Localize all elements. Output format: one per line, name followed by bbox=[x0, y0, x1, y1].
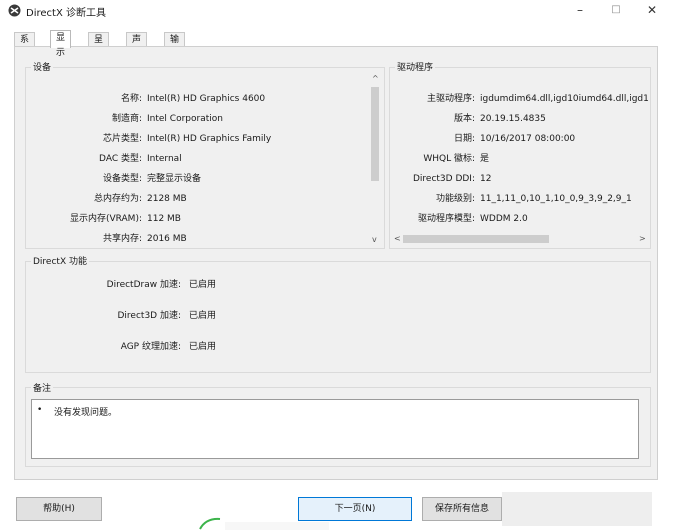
notes-bullet: • bbox=[37, 405, 43, 415]
device-row-chip-type: 芯片类型: Intel(R) HD Graphics Family bbox=[102, 134, 272, 144]
taskbar-fragment bbox=[225, 522, 329, 530]
notes-text: 没有发现问题。 bbox=[54, 408, 118, 418]
save-all-info-button[interactable]: 保存所有信息 bbox=[422, 497, 502, 521]
minimize-button[interactable]: – bbox=[566, 1, 594, 19]
maximize-button[interactable]: □ bbox=[602, 1, 630, 19]
feature-row-direct3d: Direct3D 加速: 已启用 bbox=[117, 311, 217, 321]
drivers-horizontal-scrollbar[interactable]: < > bbox=[391, 233, 649, 245]
device-vertical-scrollbar[interactable]: ^ v bbox=[369, 74, 381, 247]
scroll-up-arrow-icon[interactable]: ^ bbox=[372, 74, 379, 84]
driver-row-version: 版本: 20.19.15.4835 bbox=[453, 114, 546, 124]
help-button[interactable]: 帮助(H) bbox=[16, 497, 102, 521]
drivers-group-title: 驱动程序 bbox=[395, 60, 436, 73]
green-cursor-mark-icon bbox=[199, 517, 221, 530]
tab-sound[interactable]: 声音 bbox=[126, 32, 148, 60]
feature-row-agp-texture: AGP 纹理加速: 已启用 bbox=[120, 342, 217, 352]
next-page-button[interactable]: 下一页(N) bbox=[298, 497, 412, 521]
scroll-right-arrow-icon[interactable]: > bbox=[639, 234, 646, 244]
feature-row-directdraw: DirectDraw 加速: 已启用 bbox=[106, 280, 217, 290]
tab-system[interactable]: 系统 bbox=[14, 32, 36, 60]
notes-textbox[interactable]: • 没有发现问题。 bbox=[31, 399, 639, 459]
window-title: DirectX 诊断工具 bbox=[26, 8, 106, 19]
scroll-left-arrow-icon[interactable]: < bbox=[394, 234, 401, 244]
directx-features-title: DirectX 功能 bbox=[31, 254, 89, 267]
device-group-title: 设备 bbox=[31, 60, 54, 73]
tab-display[interactable]: 显示 bbox=[50, 30, 72, 58]
tab-render[interactable]: 呈现 bbox=[88, 32, 110, 60]
tab-input[interactable]: 输入 bbox=[164, 32, 186, 60]
notes-title: 备注 bbox=[31, 381, 54, 394]
device-row-shared-memory: 共享内存: 2016 MB bbox=[102, 234, 187, 244]
device-row-dac-type: DAC 类型: Internal bbox=[99, 154, 182, 164]
driver-row-feature-levels: 功能级别: 11_1,11_0,10_1,10_0,9_3,9_2,9_1 bbox=[435, 194, 632, 204]
device-row-manufacturer: 制造商: Intel Corporation bbox=[111, 114, 223, 124]
drivers-info-list[interactable]: 主驱动程序: igdumdim64.dll,igd10iumd64.dll,ig… bbox=[391, 75, 649, 247]
driver-row-main-driver: 主驱动程序: igdumdim64.dll,igd10iumd64.dll,ig… bbox=[426, 94, 649, 104]
device-info-list[interactable]: 名称: Intel(R) HD Graphics 4600 制造商: Intel… bbox=[31, 74, 383, 247]
device-row-total-memory: 总内存约为: 2128 MB bbox=[93, 194, 187, 204]
device-row-vram: 显示内存(VRAM): 112 MB bbox=[69, 214, 181, 224]
driver-row-whql-logo: WHQL 徽标: 是 bbox=[423, 154, 490, 164]
drivers-scroll-thumb[interactable] bbox=[403, 235, 549, 243]
close-button[interactable]: ✕ bbox=[638, 1, 666, 19]
device-row-name: 名称: Intel(R) HD Graphics 4600 bbox=[120, 94, 266, 104]
device-row-device-type: 设备类型: 完整显示设备 bbox=[102, 174, 202, 184]
device-scroll-thumb[interactable] bbox=[371, 87, 379, 181]
title-bar: DirectX 诊断工具 – □ ✕ bbox=[0, 0, 674, 22]
scroll-down-arrow-icon[interactable]: v bbox=[372, 235, 377, 245]
tab-panel-display: 设备 名称: Intel(R) HD Graphics 4600 制造商: In… bbox=[14, 46, 658, 480]
driver-row-driver-model: 驱动程序模型: WDDM 2.0 bbox=[417, 214, 528, 224]
directx-app-icon bbox=[8, 4, 21, 17]
driver-row-direct3d-ddi: Direct3D DDI: 12 bbox=[412, 174, 492, 184]
blurred-area bbox=[502, 492, 652, 526]
driver-row-date: 日期: 10/16/2017 08:00:00 bbox=[453, 134, 576, 144]
